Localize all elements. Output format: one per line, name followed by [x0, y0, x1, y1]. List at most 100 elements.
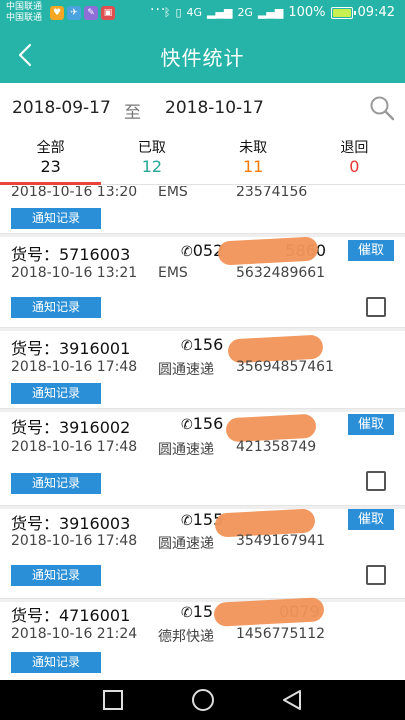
date-range-bar: 2018-09-17 至 2018-10-17 [0, 83, 405, 135]
tab-returned[interactable]: 退回 0 [304, 135, 405, 184]
courier-company: 圆通速递 [158, 536, 214, 552]
tab-label: 未取 [239, 140, 268, 156]
clock: 09:42 [357, 5, 395, 20]
tab-count: 12 [141, 157, 163, 176]
home-button[interactable] [191, 688, 215, 712]
tab-count: 0 [349, 157, 360, 176]
list-item: 货号：5716003 ✆0525860 催取 2018-10-16 13:21 … [0, 236, 405, 328]
carrier-info: 中国联通 中国联通 [6, 2, 42, 24]
arrival-time: 2018-10-16 21:24 [11, 626, 138, 642]
date-separator: 至 [124, 103, 141, 123]
courier-company: 圆通速递 [158, 442, 214, 458]
network-2g-label: 2G [237, 6, 253, 19]
start-date-picker[interactable]: 2018-09-17 [12, 98, 111, 118]
arrival-time: 2018-10-16 13:21 [11, 265, 138, 281]
phone-prefix: 15 [192, 602, 214, 621]
courier-company: 圆通速递 [158, 362, 214, 378]
redaction-mark [213, 597, 325, 627]
system-nav-bar [0, 680, 405, 720]
status-bar: 中国联通 中国联通 ♥ ✈ ✎ ▣ ··· ᛒ ▯ 4G ▂▄▆ 2G ▂▄▆ … [0, 0, 405, 28]
list-item: 货号：3916002 ✆156 催取 2018-10-16 17:48 圆通速递… [0, 412, 405, 506]
battery-icon [330, 6, 356, 19]
tracking-number: 3549167941 [236, 533, 326, 549]
notification-icons: ♥ ✈ ✎ ▣ [50, 6, 115, 20]
tab-all[interactable]: 全部 23 [0, 135, 102, 185]
back-nav-button[interactable] [280, 688, 304, 712]
app-notification-icon: ♥ [50, 6, 64, 20]
select-checkbox[interactable] [366, 565, 386, 585]
list-item: 2018-10-16 13:20 EMS 23574156 通知记录 [0, 186, 405, 234]
tracking-number: 23574156 [236, 186, 308, 200]
vibrate-icon: ▯ [175, 6, 182, 19]
courier-company: EMS [158, 186, 188, 200]
tracking-number: 1456775112 [236, 626, 326, 642]
arrival-time: 2018-10-16 17:48 [11, 439, 138, 455]
select-checkbox[interactable] [366, 297, 386, 317]
redaction-mark [217, 236, 319, 266]
battery-percent: 100% [288, 5, 326, 20]
bluetooth-icon: ᛒ [163, 6, 171, 19]
parcel-number: 货号：3916003 [11, 514, 131, 533]
signal-icon: ▂▄▆ [257, 6, 284, 19]
tab-count: 11 [242, 157, 264, 176]
search-icon [370, 96, 395, 121]
app-notification-icon: ✈ [67, 6, 81, 20]
notify-record-button[interactable]: 通知记录 [11, 297, 101, 318]
phone-icon: ✆ [181, 244, 193, 260]
select-checkbox[interactable] [366, 471, 386, 491]
parcel-number: 货号：3916002 [11, 418, 131, 437]
app-notification-icon: ✎ [84, 6, 98, 20]
notify-record-button[interactable]: 通知记录 [11, 383, 101, 404]
list-item: 货号：3916003 ✆155 催取 2018-10-16 17:48 圆通速递… [0, 508, 405, 599]
tab-label: 已取 [137, 140, 166, 156]
phone-number: ✆156 [181, 335, 223, 354]
parcel-number: 货号：5716003 [11, 245, 131, 264]
courier-company: 德邦快递 [158, 629, 214, 645]
parcel-list[interactable]: 2018-10-16 13:20 EMS 23574156 通知记录 货号：57… [0, 186, 405, 680]
phone-icon: ✆ [181, 417, 193, 433]
carrier-1: 中国联通 [6, 2, 43, 12]
phone-prefix: 156 [192, 414, 224, 433]
urge-pickup-button[interactable]: 催取 [348, 509, 394, 530]
notify-record-button[interactable]: 通知记录 [11, 473, 101, 494]
phone-number: ✆156 [181, 414, 223, 433]
status-tabs: 全部 23 已取 12 未取 11 退回 0 [0, 135, 405, 185]
phone-icon: ✆ [181, 338, 193, 354]
page-title: 快件统计 [160, 46, 245, 70]
courier-company: EMS [158, 265, 188, 281]
arrival-time: 2018-10-16 17:48 [11, 533, 138, 549]
phone-icon: ✆ [181, 605, 193, 621]
app-bar: 快件统计 [0, 28, 405, 83]
phone-prefix: 156 [192, 335, 224, 354]
tab-picked-up[interactable]: 已取 12 [101, 135, 202, 184]
search-button[interactable] [367, 93, 397, 123]
tab-label: 退回 [340, 140, 369, 156]
signal-icon: ▂▄▆ [207, 6, 233, 19]
parcel-number: 货号：4716001 [11, 606, 131, 625]
urge-pickup-button[interactable]: 催取 [348, 414, 394, 435]
end-date-picker[interactable]: 2018-10-17 [165, 98, 264, 118]
tab-label: 全部 [36, 140, 65, 156]
tracking-number: 421358749 [236, 439, 317, 455]
notify-record-button[interactable]: 通知记录 [11, 652, 101, 673]
list-item: 货号：3916001 ✆156 2018-10-16 17:48 圆通速递 35… [0, 331, 405, 409]
tracking-number: 5632489661 [236, 265, 326, 281]
tracking-number: 35694857461 [236, 359, 334, 375]
notify-record-button[interactable]: 通知记录 [11, 208, 101, 229]
status-indicators: ᛒ ▯ 4G ▂▄▆ 2G ▂▄▆ 100% 09:42 [164, 5, 395, 20]
urge-pickup-button[interactable]: 催取 [348, 240, 394, 261]
arrival-time: 2018-10-16 17:48 [11, 359, 138, 375]
notify-record-button[interactable]: 通知记录 [11, 565, 101, 586]
tab-count: 23 [40, 157, 61, 176]
tab-not-picked-up[interactable]: 未取 11 [203, 135, 304, 184]
recent-apps-button[interactable] [101, 688, 125, 712]
app-notification-icon: ▣ [101, 6, 115, 20]
triangle-back-icon [283, 690, 301, 710]
carrier-2: 中国联通 [6, 13, 43, 23]
square-icon [103, 690, 123, 710]
network-4g-label: 4G [186, 6, 203, 19]
circle-icon [192, 689, 214, 711]
phone-icon: ✆ [181, 513, 193, 529]
parcel-number: 货号：3916001 [11, 339, 131, 358]
arrival-time: 2018-10-16 13:20 [11, 186, 138, 200]
